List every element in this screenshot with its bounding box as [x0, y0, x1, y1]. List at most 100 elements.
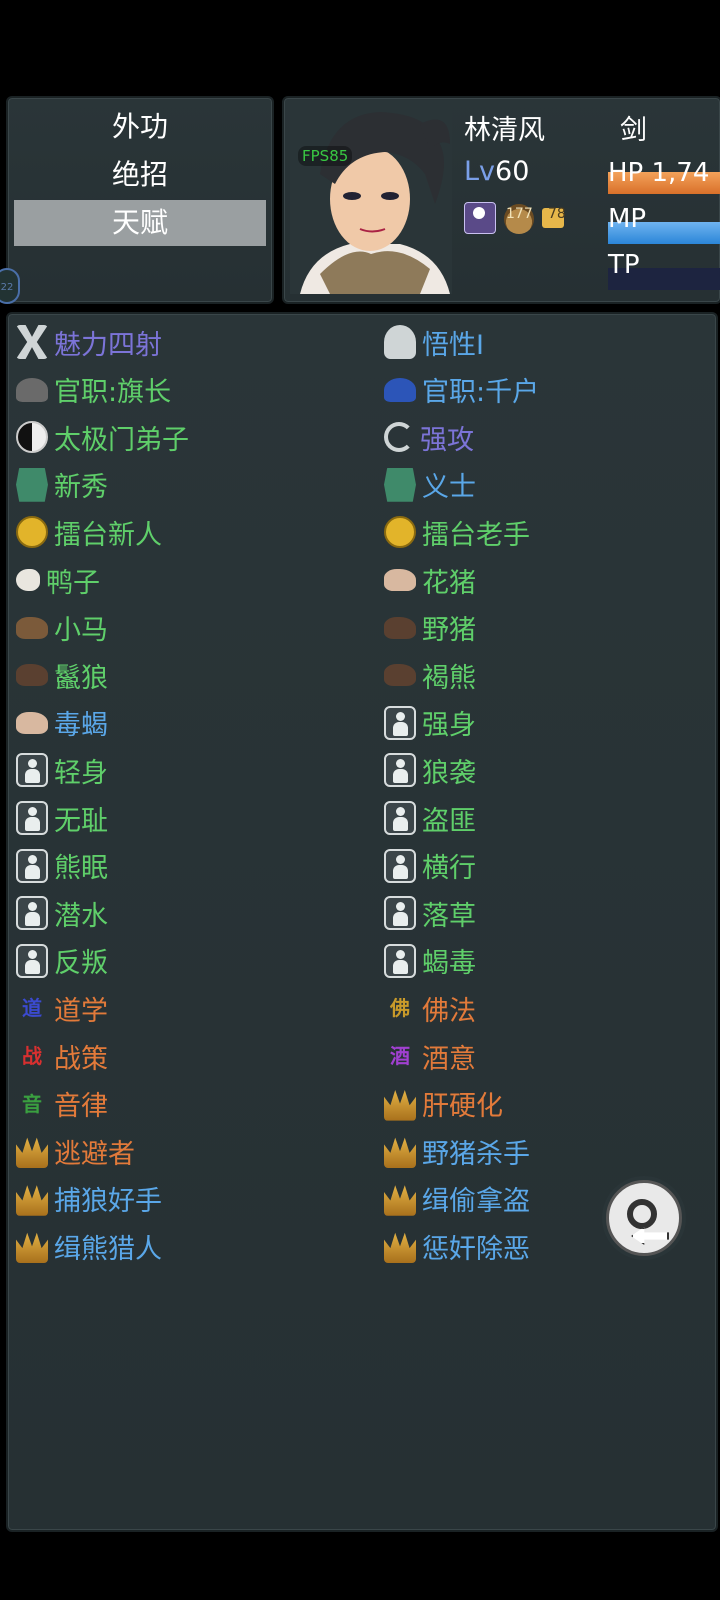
- silhouette-icon: [16, 848, 48, 883]
- talent-label: 毒蝎: [54, 710, 108, 742]
- menu-item-tianfu[interactable]: 天赋: [14, 200, 266, 246]
- crown-icon: [16, 1232, 48, 1264]
- hp-text: HP 1,74: [608, 158, 709, 188]
- food-value: 177: [506, 206, 533, 222]
- pig-icon: [384, 569, 416, 591]
- level-value: 60: [495, 156, 530, 187]
- talent-item[interactable]: 新秀: [16, 463, 108, 507]
- talent-item[interactable]: 蝎毒: [384, 939, 476, 983]
- talent-item[interactable]: 惩奸除恶: [384, 1224, 530, 1268]
- talent-item[interactable]: 悟性I: [384, 320, 484, 364]
- talent-item[interactable]: 缉熊猎人: [16, 1224, 162, 1268]
- talent-item[interactable]: 义士: [384, 463, 476, 507]
- talent-item[interactable]: 野猪: [384, 606, 476, 650]
- character-name: 林清风: [464, 115, 545, 146]
- talent-item[interactable]: 擂台新人: [16, 510, 162, 554]
- talent-label: 缉熊猎人: [54, 1233, 162, 1265]
- settings-gear-button[interactable]: [606, 1180, 682, 1256]
- hp-value: 1,74: [651, 158, 710, 188]
- badge-icon: [384, 467, 416, 502]
- talent-item[interactable]: 小马: [16, 606, 108, 650]
- talent-item[interactable]: 肝硬化: [384, 1082, 503, 1126]
- talent-label: 潜水: [54, 900, 108, 932]
- talent-label: 擂台新人: [54, 519, 162, 551]
- talent-label: 小马: [54, 615, 108, 647]
- duck-icon: [16, 569, 40, 591]
- jiu-glyph-icon: 酒: [390, 1044, 410, 1068]
- talent-item[interactable]: 花猪: [384, 558, 476, 602]
- side-tab-handle[interactable]: 22: [0, 268, 20, 304]
- talent-item[interactable]: 魅力四射: [16, 320, 162, 364]
- crown-icon: [384, 1185, 416, 1216]
- talent-item[interactable]: 潜水: [16, 891, 108, 935]
- talent-item[interactable]: 无耻: [16, 796, 108, 840]
- talent-label: 佛法: [422, 995, 476, 1027]
- character-panel: FPS85 林清风 剑 Lv60 177 78 HP 1,74 MP TP: [282, 96, 720, 304]
- talent-item[interactable]: 官职:旗长: [16, 368, 171, 412]
- talent-item[interactable]: 熊眠: [16, 844, 108, 888]
- talent-item[interactable]: 鸭子: [16, 558, 100, 602]
- silhouette-icon: [16, 896, 48, 931]
- talent-item[interactable]: 轻身: [16, 748, 108, 792]
- talent-item[interactable]: 鬣狼: [16, 653, 108, 697]
- talent-list-panel: 魅力四射 悟性I 官职:旗长 官职:千户太极门弟子 强攻新秀 义士擂台新人 擂台老手鸭子 花猪…: [6, 312, 718, 1532]
- talent-item[interactable]: 反叛: [16, 939, 108, 983]
- menu-item-juezhao[interactable]: 绝招: [14, 152, 266, 198]
- yin-yang-icon: [16, 421, 48, 454]
- talent-label: 无耻: [54, 805, 108, 837]
- weapon-type: 剑: [620, 115, 647, 146]
- talent-label: 新秀: [54, 472, 108, 504]
- talent-label: 落草: [422, 900, 476, 932]
- talent-item[interactable]: 褐熊: [384, 653, 476, 697]
- talent-item[interactable]: 佛佛法: [384, 986, 476, 1030]
- talent-item[interactable]: 盗匪: [384, 796, 476, 840]
- talent-label: 反叛: [54, 948, 108, 980]
- talent-label: 悟性I: [422, 329, 484, 361]
- fo-glyph-icon: 佛: [390, 996, 410, 1021]
- talent-label: 义士: [422, 472, 476, 504]
- talent-item[interactable]: 强攻: [384, 415, 474, 459]
- talent-label: 缉偷拿盗: [422, 1186, 530, 1218]
- talent-label: 强攻: [420, 424, 474, 456]
- talent-label: 魅力四射: [54, 329, 162, 361]
- silhouette-icon: [384, 801, 416, 835]
- talent-item[interactable]: 落草: [384, 891, 476, 935]
- talent-item[interactable]: 横行: [384, 844, 476, 888]
- mp-label: MP: [608, 204, 647, 234]
- talent-label: 战策: [54, 1043, 108, 1075]
- official-hat-icon: [16, 377, 48, 402]
- talent-item[interactable]: 官职:千户: [384, 368, 539, 412]
- card-value: 78: [548, 206, 566, 222]
- talent-item[interactable]: 缉偷拿盗: [384, 1177, 530, 1221]
- crown-icon: [384, 1089, 416, 1121]
- talent-item[interactable]: 太极门弟子: [16, 415, 189, 459]
- x-cross-icon: [16, 325, 48, 359]
- talent-item[interactable]: 毒蝎: [16, 701, 108, 745]
- character-portrait: [290, 104, 452, 294]
- talent-label: 蝎毒: [422, 948, 476, 980]
- talent-label: 野猪: [422, 615, 476, 647]
- fist-icon: [384, 516, 416, 549]
- level-prefix: Lv: [464, 156, 496, 187]
- talent-label: 捕狼好手: [54, 1186, 162, 1218]
- talent-item[interactable]: 音音律: [16, 1082, 108, 1126]
- talent-label: 鬣狼: [54, 662, 108, 694]
- crown-icon: [16, 1185, 48, 1216]
- swirl-icon: [384, 422, 414, 453]
- talent-item[interactable]: 逃避者: [16, 1129, 135, 1173]
- talent-item[interactable]: 野猪杀手: [384, 1129, 530, 1173]
- talent-item[interactable]: 狼袭: [384, 748, 476, 792]
- tp-label: TP: [608, 250, 640, 280]
- silhouette-icon: [384, 705, 416, 740]
- talent-item[interactable]: 擂台老手: [384, 510, 530, 554]
- menu-item-waigong[interactable]: 外功: [14, 104, 266, 150]
- talent-item[interactable]: 酒酒意: [384, 1034, 476, 1078]
- talent-label: 盗匪: [422, 805, 476, 837]
- talent-item[interactable]: 捕狼好手: [16, 1177, 162, 1221]
- talent-label: 逃避者: [54, 1138, 135, 1170]
- boar-icon: [384, 616, 416, 639]
- talent-item[interactable]: 战战策: [16, 1034, 108, 1078]
- meditation-status-icon[interactable]: [464, 202, 496, 234]
- talent-item[interactable]: 强身: [384, 701, 476, 745]
- talent-item[interactable]: 道道学: [16, 986, 108, 1030]
